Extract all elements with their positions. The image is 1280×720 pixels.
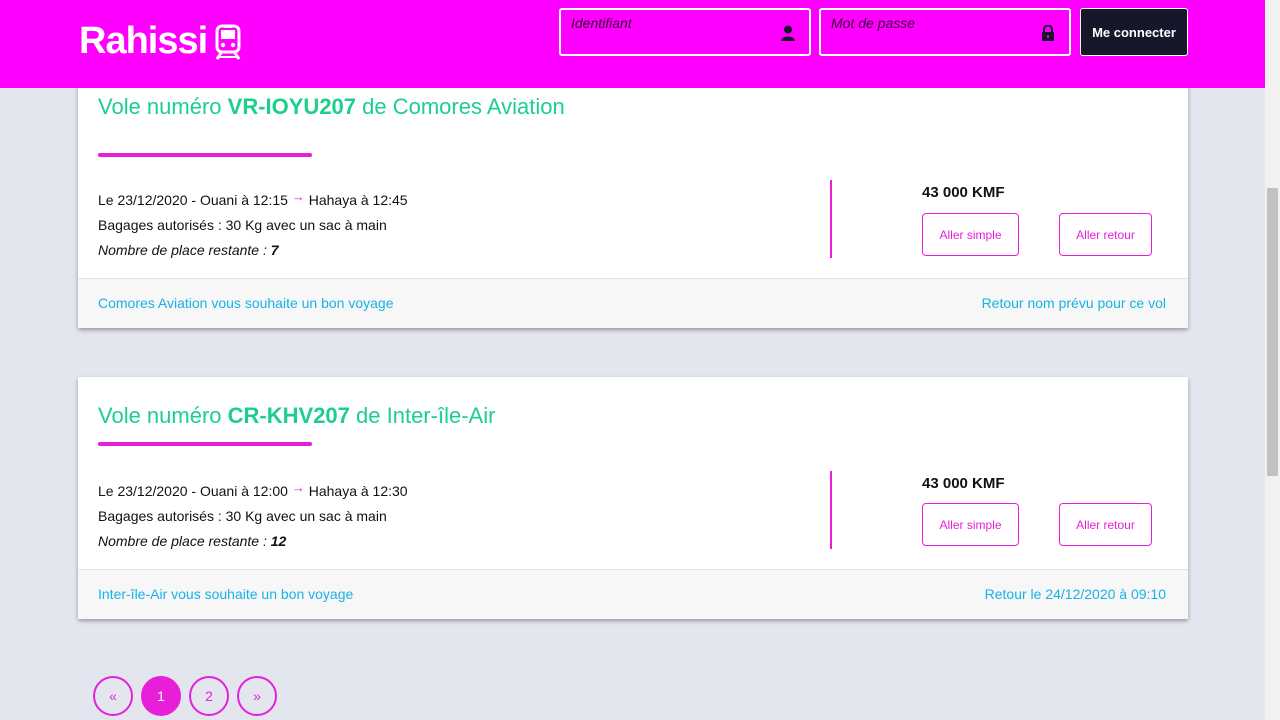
price: 43 000 KMF xyxy=(922,475,1005,492)
pagination-page-2[interactable]: 2 xyxy=(189,676,229,716)
flight-card: Vole numéro CR-KHV207 de Inter-île-Air L… xyxy=(78,377,1188,619)
username-input[interactable] xyxy=(561,10,809,54)
username-field[interactable] xyxy=(559,8,811,56)
flight-details: Le 23/12/2020 - Ouani à 12:00 → Hahaya à… xyxy=(98,475,408,554)
route-line: Le 23/12/2020 - Ouani à 12:00 → Hahaya à… xyxy=(98,475,408,504)
round-trip-button[interactable]: Aller retour xyxy=(1059,213,1152,256)
arrival: Hahaya à 12:30 xyxy=(308,483,408,499)
pagination-next-button[interactable]: » xyxy=(237,676,277,716)
seats-line: Nombre de place restante : 7 xyxy=(98,238,408,263)
round-trip-button[interactable]: Aller retour xyxy=(1059,503,1152,546)
departure: Le 23/12/2020 - Ouani à 12:00 xyxy=(98,483,288,499)
pagination-page-1[interactable]: 1 xyxy=(141,676,181,716)
card-footer: Comores Aviation vous souhaite un bon vo… xyxy=(78,278,1188,328)
footer-return-info: Retour le 24/12/2020 à 09:10 xyxy=(984,586,1166,602)
footer-return-info: Retour nom prévu pour ce vol xyxy=(981,295,1166,311)
seats-line: Nombre de place restante : 12 xyxy=(98,529,408,554)
flight-title: Vole numéro VR-IOYU207 de Comores Aviati… xyxy=(98,94,565,120)
seats-count: 12 xyxy=(270,533,287,549)
one-way-button[interactable]: Aller simple xyxy=(922,213,1019,256)
vertical-divider xyxy=(830,180,832,258)
flight-code: CR-KHV207 xyxy=(227,403,350,428)
flight-details: Le 23/12/2020 - Ouani à 12:15 → Hahaya à… xyxy=(98,184,408,263)
baggage-info: Bagages autorisés : 30 Kg avec un sac à … xyxy=(98,508,387,524)
company-name: Inter-île-Air xyxy=(386,403,496,428)
user-icon xyxy=(781,25,795,41)
flight-title: Vole numéro CR-KHV207 de Inter-île-Air xyxy=(98,403,495,429)
flight-code: VR-IOYU207 xyxy=(227,94,357,119)
title-underline xyxy=(98,153,312,157)
title-prefix: Vole numéro xyxy=(98,403,228,428)
arrow-right-icon: → xyxy=(291,480,305,495)
password-input[interactable] xyxy=(821,10,1069,54)
top-navbar: Rahissi Identifiant Me connecter xyxy=(0,0,1265,88)
title-prefix: Vole numéro xyxy=(98,94,228,119)
arrival: Hahaya à 12:45 xyxy=(308,192,408,208)
arrow-right-icon: → xyxy=(291,189,305,204)
price: 43 000 KMF xyxy=(922,184,1005,201)
card-footer: Inter-île-Air vous souhaite un bon voyag… xyxy=(78,569,1188,619)
lock-icon xyxy=(1041,24,1055,41)
footer-greeting: Comores Aviation vous souhaite un bon vo… xyxy=(98,295,394,311)
seats-label: Nombre de place restante : xyxy=(98,533,271,549)
footer-greeting: Inter-île-Air vous souhaite un bon voyag… xyxy=(98,586,354,602)
brand-logo[interactable]: Rahissi xyxy=(79,20,241,63)
seats-label: Nombre de place restante : xyxy=(98,242,271,258)
seats-count: 7 xyxy=(270,242,279,258)
login-button[interactable]: Me connecter xyxy=(1080,8,1188,56)
baggage-info: Bagages autorisés : 30 Kg avec un sac à … xyxy=(98,217,387,233)
route-line: Le 23/12/2020 - Ouani à 12:15 → Hahaya à… xyxy=(98,184,408,213)
title-middle: de xyxy=(349,403,387,428)
flight-card: Vole numéro VR-IOYU207 de Comores Aviati… xyxy=(78,64,1188,328)
company-name: Comores Aviation xyxy=(392,94,565,119)
train-icon xyxy=(215,24,241,60)
one-way-button[interactable]: Aller simple xyxy=(922,503,1019,546)
brand-name: Rahissi xyxy=(79,20,208,62)
title-middle: de xyxy=(356,94,393,119)
departure: Le 23/12/2020 - Ouani à 12:15 xyxy=(98,192,288,208)
title-underline xyxy=(98,442,312,446)
scrollbar-thumb[interactable] xyxy=(1267,188,1278,476)
password-field[interactable] xyxy=(819,8,1071,56)
pagination-prev-button[interactable]: « xyxy=(93,676,133,716)
vertical-divider xyxy=(830,471,832,549)
